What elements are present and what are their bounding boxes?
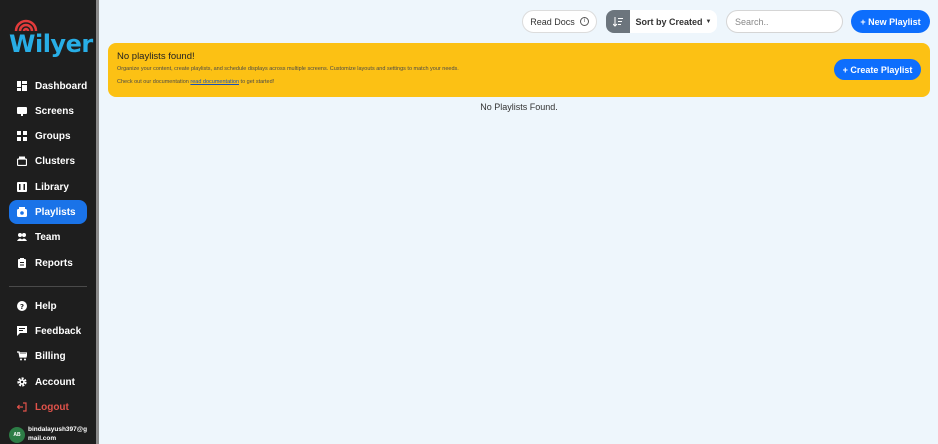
cart-icon xyxy=(17,351,27,361)
sidebar-item-account[interactable]: Account xyxy=(9,370,87,394)
clusters-icon xyxy=(17,156,27,166)
sidebar-item-label: Groups xyxy=(35,130,71,142)
read-documentation-link[interactable]: read documentation xyxy=(190,79,239,85)
caret-down-icon: ▼ xyxy=(705,18,712,25)
sidebar-item-dashboard[interactable]: Dashboard xyxy=(9,74,87,98)
alert-doc-line: Check out our documentation read documen… xyxy=(117,79,274,85)
sidebar-item-help[interactable]: ? Help xyxy=(9,294,87,318)
search-input[interactable] xyxy=(726,10,843,33)
create-playlist-button[interactable]: + Create Playlist xyxy=(834,59,921,80)
sidebar-scrollbar[interactable] xyxy=(96,0,99,444)
reports-icon xyxy=(18,258,26,268)
empty-state-alert: No playlists found! Organize your conten… xyxy=(108,43,930,97)
sidebar-item-team[interactable]: Team xyxy=(9,225,87,249)
sidebar-item-label: Playlists xyxy=(35,206,76,218)
sidebar-item-label: Billing xyxy=(35,350,66,362)
logo-text: Wilyer xyxy=(9,30,93,58)
logout-icon xyxy=(17,402,27,412)
groups-icon xyxy=(17,131,27,141)
read-docs-button[interactable]: Read Docs i xyxy=(522,10,597,33)
wilyer-logo[interactable]: Wilyer xyxy=(9,16,93,58)
sidebar-item-library[interactable]: Library xyxy=(9,175,87,199)
gear-icon xyxy=(17,377,27,387)
screen-icon xyxy=(17,107,27,116)
help-icon: ? xyxy=(17,301,27,311)
sidebar-item-label: Library xyxy=(35,181,69,193)
alert-doc-suffix: to get started! xyxy=(240,79,275,85)
sidebar-item-label: Clusters xyxy=(35,155,76,167)
sidebar-item-playlists[interactable]: Playlists xyxy=(9,200,87,224)
sidebar-item-clusters[interactable]: Clusters xyxy=(9,149,87,173)
team-icon xyxy=(17,233,27,241)
playlist-icon xyxy=(17,207,27,217)
user-email: bindalayush397@gmail.com xyxy=(28,426,88,442)
sidebar-divider xyxy=(9,286,87,287)
sort-by-dropdown[interactable]: Sort by Created ▼ xyxy=(630,10,717,33)
sidebar-item-label: Logout xyxy=(35,401,69,413)
new-playlist-button[interactable]: + New Playlist xyxy=(851,10,930,33)
library-icon xyxy=(17,182,27,192)
sidebar-item-label: Team xyxy=(35,231,61,243)
sidebar-item-groups[interactable]: Groups xyxy=(9,124,87,148)
svg-text:?: ? xyxy=(20,303,24,311)
read-docs-label: Read Docs xyxy=(530,16,575,27)
sidebar-item-reports[interactable]: Reports xyxy=(9,251,87,275)
sidebar-item-label: Screens xyxy=(35,105,74,117)
sort-control: Sort by Created ▼ xyxy=(606,10,717,33)
sidebar-item-label: Dashboard xyxy=(35,80,88,92)
alert-description: Organize your content, create playlists,… xyxy=(117,66,459,72)
alert-title: No playlists found! xyxy=(117,51,195,62)
info-icon: i xyxy=(579,17,589,26)
alert-doc-prefix: Check out our documentation xyxy=(117,79,189,85)
sidebar-item-label: Help xyxy=(35,300,57,312)
empty-playlists-message: No Playlists Found. xyxy=(480,102,558,112)
sidebar-item-logout[interactable]: Logout xyxy=(9,395,87,419)
sidebar: Wilyer Dashboard Screens Groups Clusters… xyxy=(0,0,96,444)
sidebar-item-screens[interactable]: Screens xyxy=(9,99,87,123)
sort-by-label: Sort by Created xyxy=(635,16,703,27)
feedback-icon xyxy=(17,326,27,336)
sort-direction-button[interactable] xyxy=(606,10,630,33)
sidebar-item-label: Feedback xyxy=(35,325,82,337)
sort-descending-icon xyxy=(613,16,623,27)
avatar[interactable]: AB xyxy=(9,427,25,443)
sidebar-item-feedback[interactable]: Feedback xyxy=(9,319,87,343)
sidebar-item-label: Account xyxy=(35,376,75,388)
sidebar-item-label: Reports xyxy=(35,257,73,269)
sidebar-item-billing[interactable]: Billing xyxy=(9,344,87,368)
dashboard-icon xyxy=(17,81,27,91)
